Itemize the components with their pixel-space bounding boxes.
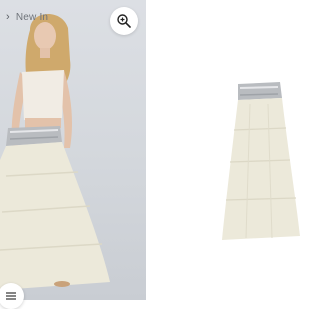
- skirt-photo: [222, 82, 300, 240]
- product-image-gallery: › New In: [0, 0, 300, 309]
- menu-button[interactable]: [0, 283, 24, 309]
- model-photo: [0, 13, 110, 290]
- zoom-button[interactable]: [110, 7, 138, 35]
- product-image-model[interactable]: › New In: [0, 0, 146, 300]
- breadcrumb[interactable]: › New In: [6, 9, 48, 25]
- zoom-in-icon: [117, 14, 131, 28]
- chevron-left-icon[interactable]: ›: [6, 11, 10, 23]
- product-image-flat[interactable]: [150, 0, 300, 300]
- breadcrumb-label[interactable]: New In: [16, 12, 48, 23]
